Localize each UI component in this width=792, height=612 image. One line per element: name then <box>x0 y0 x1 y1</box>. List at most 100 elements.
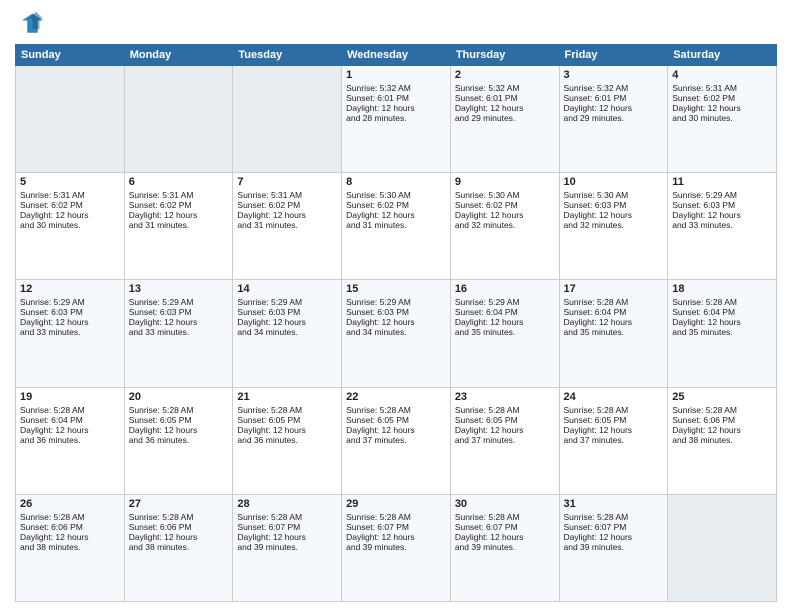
calendar-cell: 4Sunrise: 5:31 AMSunset: 6:02 PMDaylight… <box>668 66 777 173</box>
cell-line: and 32 minutes. <box>564 220 664 230</box>
calendar-cell: 21Sunrise: 5:28 AMSunset: 6:05 PMDayligh… <box>233 387 342 494</box>
calendar-cell: 24Sunrise: 5:28 AMSunset: 6:05 PMDayligh… <box>559 387 668 494</box>
cell-line: and 36 minutes. <box>129 435 229 445</box>
cell-line: Daylight: 12 hours <box>346 317 446 327</box>
day-number: 8 <box>346 176 446 188</box>
weekday-header-thursday: Thursday <box>450 45 559 66</box>
cell-line: Sunrise: 5:28 AM <box>564 405 664 415</box>
day-number: 1 <box>346 69 446 81</box>
cell-line: and 38 minutes. <box>20 542 120 552</box>
cell-line: Sunset: 6:04 PM <box>564 307 664 317</box>
cell-line: Daylight: 12 hours <box>20 425 120 435</box>
cell-line: and 39 minutes. <box>346 542 446 552</box>
cell-line: Daylight: 12 hours <box>20 532 120 542</box>
cell-line: Sunset: 6:05 PM <box>237 415 337 425</box>
cell-line: and 33 minutes. <box>20 327 120 337</box>
calendar-cell: 22Sunrise: 5:28 AMSunset: 6:05 PMDayligh… <box>342 387 451 494</box>
cell-line: Sunrise: 5:28 AM <box>237 405 337 415</box>
cell-line: Sunrise: 5:28 AM <box>564 297 664 307</box>
day-number: 5 <box>20 176 120 188</box>
cell-line: Sunset: 6:06 PM <box>672 415 772 425</box>
calendar-cell: 17Sunrise: 5:28 AMSunset: 6:04 PMDayligh… <box>559 280 668 387</box>
calendar-cell: 3Sunrise: 5:32 AMSunset: 6:01 PMDaylight… <box>559 66 668 173</box>
cell-line: Daylight: 12 hours <box>564 210 664 220</box>
cell-line: Sunset: 6:06 PM <box>20 522 120 532</box>
cell-line: Sunset: 6:02 PM <box>237 200 337 210</box>
cell-line: Sunrise: 5:28 AM <box>346 512 446 522</box>
cell-line: Sunset: 6:03 PM <box>346 307 446 317</box>
cell-line: Sunset: 6:05 PM <box>346 415 446 425</box>
cell-line: Daylight: 12 hours <box>672 317 772 327</box>
cell-line: Sunset: 6:05 PM <box>129 415 229 425</box>
cell-line: and 30 minutes. <box>672 113 772 123</box>
calendar-cell <box>233 66 342 173</box>
calendar-cell: 20Sunrise: 5:28 AMSunset: 6:05 PMDayligh… <box>124 387 233 494</box>
cell-line: Sunrise: 5:29 AM <box>237 297 337 307</box>
cell-line: and 31 minutes. <box>237 220 337 230</box>
cell-line: Sunset: 6:02 PM <box>346 200 446 210</box>
day-number: 14 <box>237 283 337 295</box>
day-number: 20 <box>129 391 229 403</box>
calendar-cell: 30Sunrise: 5:28 AMSunset: 6:07 PMDayligh… <box>450 494 559 601</box>
day-number: 24 <box>564 391 664 403</box>
cell-line: and 36 minutes. <box>237 435 337 445</box>
calendar-cell: 31Sunrise: 5:28 AMSunset: 6:07 PMDayligh… <box>559 494 668 601</box>
cell-line: Daylight: 12 hours <box>455 210 555 220</box>
cell-line: Daylight: 12 hours <box>346 425 446 435</box>
calendar-week-5: 26Sunrise: 5:28 AMSunset: 6:06 PMDayligh… <box>16 494 777 601</box>
cell-line: Sunset: 6:07 PM <box>237 522 337 532</box>
calendar-cell: 26Sunrise: 5:28 AMSunset: 6:06 PMDayligh… <box>16 494 125 601</box>
calendar-cell: 16Sunrise: 5:29 AMSunset: 6:04 PMDayligh… <box>450 280 559 387</box>
day-number: 2 <box>455 69 555 81</box>
cell-line: Sunrise: 5:28 AM <box>564 512 664 522</box>
cell-line: and 30 minutes. <box>20 220 120 230</box>
cell-line: Sunrise: 5:28 AM <box>455 405 555 415</box>
weekday-header-saturday: Saturday <box>668 45 777 66</box>
calendar-cell: 25Sunrise: 5:28 AMSunset: 6:06 PMDayligh… <box>668 387 777 494</box>
calendar-cell: 14Sunrise: 5:29 AMSunset: 6:03 PMDayligh… <box>233 280 342 387</box>
calendar-cell: 19Sunrise: 5:28 AMSunset: 6:04 PMDayligh… <box>16 387 125 494</box>
cell-line: Sunset: 6:04 PM <box>672 307 772 317</box>
cell-line: Sunset: 6:02 PM <box>672 93 772 103</box>
cell-line: Sunset: 6:01 PM <box>564 93 664 103</box>
calendar-cell: 23Sunrise: 5:28 AMSunset: 6:05 PMDayligh… <box>450 387 559 494</box>
calendar-week-1: 1Sunrise: 5:32 AMSunset: 6:01 PMDaylight… <box>16 66 777 173</box>
day-number: 30 <box>455 498 555 510</box>
cell-line: Sunrise: 5:28 AM <box>455 512 555 522</box>
cell-line: Sunrise: 5:28 AM <box>672 405 772 415</box>
cell-line: Sunrise: 5:28 AM <box>129 512 229 522</box>
cell-line: Sunset: 6:04 PM <box>455 307 555 317</box>
day-number: 13 <box>129 283 229 295</box>
cell-line: Daylight: 12 hours <box>455 317 555 327</box>
cell-line: Daylight: 12 hours <box>237 532 337 542</box>
cell-line: Daylight: 12 hours <box>564 317 664 327</box>
page: SundayMondayTuesdayWednesdayThursdayFrid… <box>0 0 792 612</box>
cell-line: and 32 minutes. <box>455 220 555 230</box>
day-number: 16 <box>455 283 555 295</box>
day-number: 3 <box>564 69 664 81</box>
cell-line: Sunset: 6:07 PM <box>346 522 446 532</box>
cell-line: Sunrise: 5:31 AM <box>237 190 337 200</box>
calendar-cell <box>668 494 777 601</box>
cell-line: Sunset: 6:06 PM <box>129 522 229 532</box>
cell-line: and 39 minutes. <box>564 542 664 552</box>
day-number: 21 <box>237 391 337 403</box>
cell-line: Sunrise: 5:28 AM <box>129 405 229 415</box>
calendar-cell: 12Sunrise: 5:29 AMSunset: 6:03 PMDayligh… <box>16 280 125 387</box>
calendar-cell: 8Sunrise: 5:30 AMSunset: 6:02 PMDaylight… <box>342 173 451 280</box>
calendar-cell: 18Sunrise: 5:28 AMSunset: 6:04 PMDayligh… <box>668 280 777 387</box>
day-number: 11 <box>672 176 772 188</box>
cell-line: Sunrise: 5:31 AM <box>129 190 229 200</box>
weekday-header-friday: Friday <box>559 45 668 66</box>
cell-line: Sunset: 6:03 PM <box>20 307 120 317</box>
cell-line: and 31 minutes. <box>346 220 446 230</box>
calendar-cell: 5Sunrise: 5:31 AMSunset: 6:02 PMDaylight… <box>16 173 125 280</box>
day-number: 27 <box>129 498 229 510</box>
cell-line: Sunset: 6:03 PM <box>672 200 772 210</box>
cell-line: Daylight: 12 hours <box>564 425 664 435</box>
calendar-cell: 29Sunrise: 5:28 AMSunset: 6:07 PMDayligh… <box>342 494 451 601</box>
calendar-week-3: 12Sunrise: 5:29 AMSunset: 6:03 PMDayligh… <box>16 280 777 387</box>
day-number: 23 <box>455 391 555 403</box>
calendar-cell: 1Sunrise: 5:32 AMSunset: 6:01 PMDaylight… <box>342 66 451 173</box>
cell-line: and 39 minutes. <box>455 542 555 552</box>
